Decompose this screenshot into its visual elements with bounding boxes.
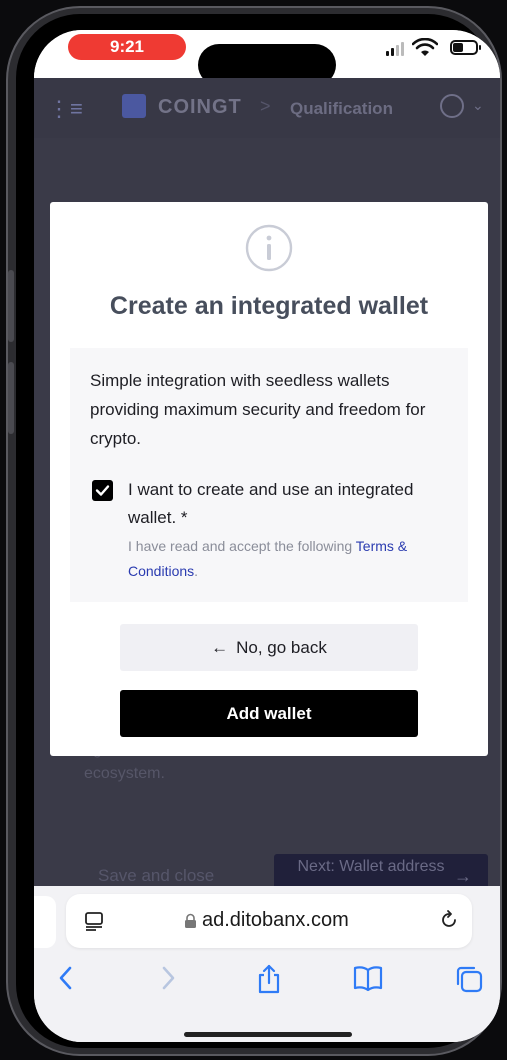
consent-label: I want to create and use an integrated w… bbox=[128, 480, 414, 527]
next-wallet-label: Next: Wallet address bbox=[297, 858, 445, 875]
terms-note: I have read and accept the following Ter… bbox=[128, 534, 448, 584]
breadcrumb-separator: > bbox=[260, 96, 271, 116]
volume-down-button bbox=[8, 362, 14, 434]
terms-note-prefix: I have read and accept the following bbox=[128, 538, 356, 554]
signal-icon bbox=[386, 42, 404, 56]
wifi-icon bbox=[412, 38, 438, 56]
checkmark-icon bbox=[95, 485, 110, 496]
back-arrow-icon[interactable] bbox=[56, 964, 76, 992]
modal-description: Simple integration with seedless wallets… bbox=[90, 371, 426, 448]
brand-name: COINGT bbox=[158, 96, 242, 118]
arrow-right-icon: → bbox=[454, 866, 472, 886]
status-time: 9:21 bbox=[68, 34, 186, 60]
share-icon[interactable] bbox=[256, 964, 282, 994]
add-wallet-button[interactable]: Add wallet bbox=[120, 690, 418, 737]
create-wallet-modal: Create an integrated wallet Simple integ… bbox=[50, 202, 488, 756]
modal-content-box: Simple integration with seedless wallets… bbox=[70, 348, 468, 602]
volume-up-button bbox=[8, 270, 14, 342]
go-back-button[interactable]: ← No, go back bbox=[120, 624, 418, 671]
tabs-icon[interactable] bbox=[454, 964, 484, 994]
info-icon bbox=[245, 224, 293, 272]
phone-screen: 9:21 ⋮≡ COINGT > Qualification ⌄ a unit … bbox=[34, 30, 500, 1042]
background-page: ⋮≡ COINGT > Qualification ⌄ a unit of va… bbox=[34, 78, 500, 900]
status-bar: 9:21 bbox=[34, 30, 500, 86]
arrow-left-icon: ← bbox=[211, 637, 229, 657]
chevron-down-icon[interactable]: ⌄ bbox=[472, 97, 484, 114]
address-bar[interactable]: ad.ditobanx.com bbox=[66, 894, 472, 948]
page-menu-icon[interactable] bbox=[84, 911, 104, 931]
url-text: ad.ditobanx.com bbox=[202, 909, 349, 931]
app-header: ⋮≡ COINGT > Qualification ⌄ bbox=[34, 78, 500, 138]
menu-icon[interactable]: ⋮≡ bbox=[48, 96, 83, 122]
go-back-label: No, go back bbox=[236, 637, 327, 657]
brand-logo bbox=[122, 94, 146, 118]
home-indicator bbox=[184, 1032, 352, 1037]
reload-icon[interactable] bbox=[438, 909, 460, 931]
previous-tab-edge[interactable] bbox=[34, 896, 56, 948]
consent-checkbox[interactable] bbox=[92, 480, 113, 501]
terms-note-suffix: . bbox=[194, 563, 199, 579]
modal-title: Create an integrated wallet bbox=[109, 292, 429, 320]
forward-arrow-icon[interactable] bbox=[158, 964, 178, 992]
battery-icon bbox=[450, 40, 481, 55]
breadcrumb-current: Qualification bbox=[290, 99, 393, 118]
bookmarks-icon[interactable] bbox=[352, 964, 384, 992]
lock-icon bbox=[185, 913, 196, 928]
user-icon[interactable] bbox=[440, 94, 464, 118]
save-close-button[interactable]: Save and close bbox=[98, 866, 214, 886]
browser-bar: ad.ditobanx.com bbox=[34, 886, 500, 1042]
